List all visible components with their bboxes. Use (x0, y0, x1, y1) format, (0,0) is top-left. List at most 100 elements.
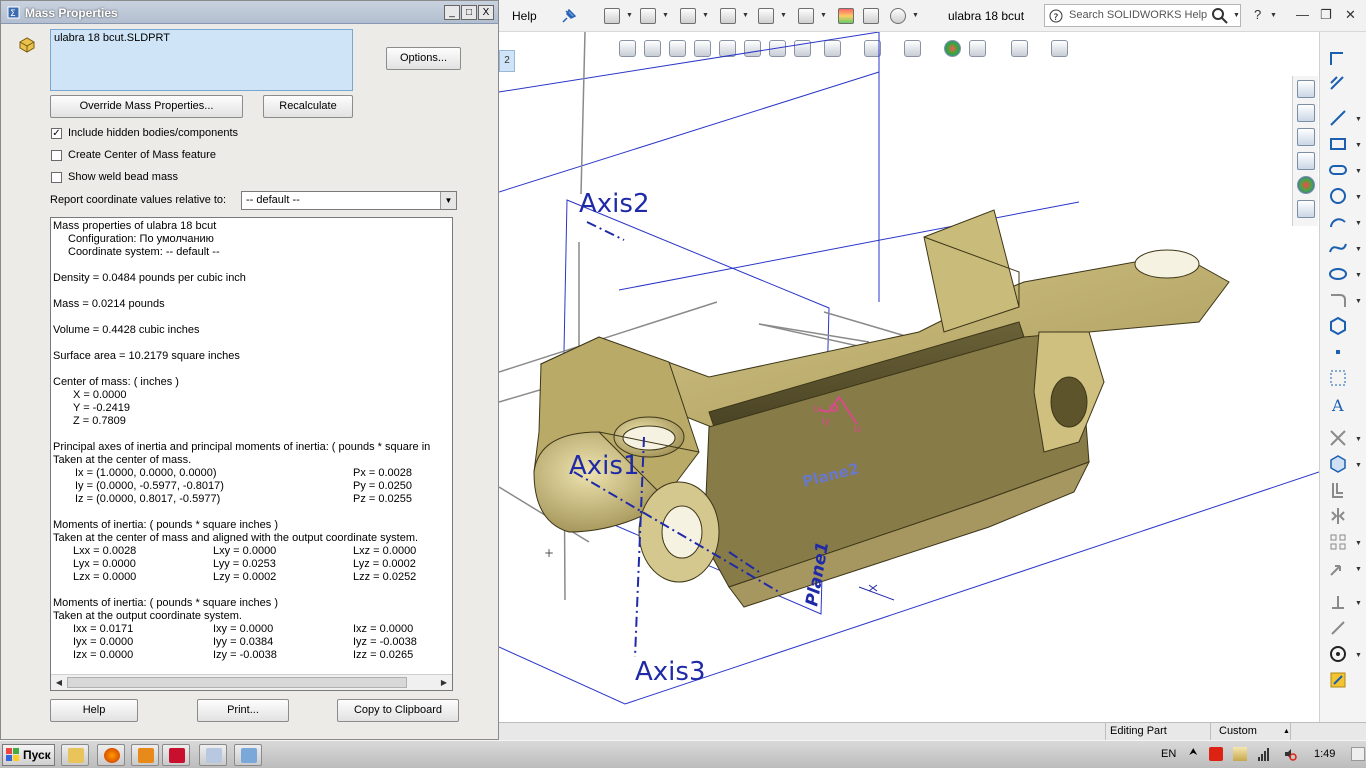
taskbar-calculator[interactable] (199, 744, 227, 766)
adobe-tray-icon[interactable] (1209, 747, 1223, 761)
help-button[interactable]: Help (50, 699, 138, 722)
minimize-button[interactable]: _ (444, 5, 460, 20)
show-desktop-icon[interactable] (1351, 747, 1365, 761)
show-hidden-icons-icon[interactable]: ⮝ (1189, 747, 1203, 761)
sketch-icon[interactable] (1328, 48, 1348, 68)
window-minimize-icon[interactable]: — (1296, 7, 1309, 22)
mirror-entities-icon[interactable] (1328, 506, 1348, 526)
results-com-header: Center of mass: ( inches ) (53, 376, 179, 388)
help-menu[interactable]: Help (512, 9, 537, 23)
options-button[interactable]: Options... (386, 47, 461, 70)
spline-icon[interactable] (1328, 238, 1348, 258)
ellipse-icon[interactable] (1328, 264, 1348, 284)
part-model[interactable]: Ix Iy Iz Axis2 Axis1 Axis3 Plane2 Plane1… (499, 32, 1319, 722)
selected-items-list[interactable]: ulabra 18 bcut.SLDPRT (50, 29, 353, 91)
home-icon[interactable] (1297, 80, 1315, 98)
clock[interactable]: 1:49 (1314, 748, 1335, 760)
appearances-icon[interactable] (1297, 176, 1315, 194)
taskbar-app-orange[interactable] (131, 744, 159, 766)
solidworks-toolbar: Help ▼ ▼ ▼ ▼ ▼ ▼ ▼ ulabra 18 bcut Search… (499, 0, 1366, 32)
results-text-box[interactable]: Mass properties of ulabra 18 bcut Config… (50, 217, 453, 691)
scroll-right-icon[interactable]: ▶ (437, 676, 451, 689)
chevron-up-icon[interactable]: ▲ (1283, 723, 1290, 740)
selected-file-name: ulabra 18 bcut.SLDPRT (54, 32, 170, 44)
part-front-hole (661, 505, 703, 559)
chevron-down-icon[interactable]: ▼ (440, 192, 456, 209)
include-hidden-bodies-checkbox[interactable]: ✓ (51, 128, 62, 139)
line-icon[interactable] (1328, 108, 1348, 128)
design-library-icon[interactable] (1297, 104, 1315, 122)
copy-to-clipboard-button[interactable]: Copy to Clipboard (337, 699, 459, 722)
show-weld-bead-mass-checkbox[interactable] (51, 172, 62, 183)
taskbar-solidworks[interactable] (162, 744, 190, 766)
rectangle-icon[interactable] (1328, 134, 1348, 154)
horizontal-scrollbar[interactable]: ◀ ▶ (51, 674, 452, 690)
search-icon[interactable] (1211, 7, 1229, 25)
print-button[interactable]: Print... (197, 699, 289, 722)
axis2-label: Axis2 (579, 189, 649, 219)
polygon-icon[interactable] (1328, 316, 1348, 336)
print-icon[interactable] (720, 8, 736, 24)
repair-sketch-icon[interactable] (1328, 618, 1348, 638)
text-icon[interactable]: A (1328, 394, 1348, 414)
override-mass-properties-button[interactable]: Override Mass Properties... (50, 95, 243, 118)
move-entities-icon[interactable] (1328, 558, 1348, 578)
status-bar: Editing Part Custom ▲ (499, 722, 1366, 740)
instant-2d-icon[interactable] (1328, 670, 1348, 690)
units-select[interactable]: Custom ▲ (1210, 723, 1290, 740)
dialog-titlebar[interactable]: Σ Mass Properties _ □ X (1, 1, 498, 24)
volume-muted-icon[interactable] (1283, 747, 1297, 761)
scroll-thumb[interactable] (67, 677, 407, 688)
coordinate-system-select[interactable]: -- default -- ▼ (241, 191, 457, 210)
undo-icon[interactable] (758, 8, 774, 24)
slot-icon[interactable] (1328, 160, 1348, 180)
maximize-button[interactable]: □ (461, 5, 477, 20)
results-ix: Ix = (1.0000, 0.0000, 0.0000) (75, 467, 217, 479)
display-relations-icon[interactable] (1328, 592, 1348, 612)
linear-pattern-icon[interactable] (1328, 532, 1348, 552)
status-units: Custom (1219, 725, 1257, 737)
tray-app-icon[interactable] (1233, 747, 1247, 761)
window-restore-icon[interactable]: ❐ (1320, 7, 1332, 23)
offset-entities-icon[interactable] (1328, 480, 1348, 500)
window-close-icon[interactable]: ✕ (1345, 7, 1356, 23)
select-icon[interactable] (798, 8, 814, 24)
trim-entities-icon[interactable] (1328, 428, 1348, 448)
view-palette-icon[interactable] (1297, 152, 1315, 170)
part-end-hole (1134, 249, 1200, 279)
point-icon[interactable] (1328, 342, 1348, 362)
taskbar-explorer[interactable] (61, 744, 89, 766)
graphics-area[interactable]: Ix Iy Iz Axis2 Axis1 Axis3 Plane2 Plane1… (499, 32, 1319, 722)
file-properties-icon[interactable] (863, 8, 879, 24)
save-icon[interactable] (680, 8, 696, 24)
create-center-of-mass-checkbox[interactable] (51, 150, 62, 161)
smart-dimension-icon[interactable] (1328, 74, 1348, 94)
quick-snaps-icon[interactable] (1328, 644, 1348, 664)
rebuild-icon[interactable] (838, 8, 854, 24)
gear-icon[interactable] (890, 8, 906, 24)
custom-properties-icon[interactable] (1297, 200, 1315, 218)
close-button[interactable]: X (478, 5, 494, 20)
network-icon[interactable] (1257, 747, 1271, 761)
new-document-icon[interactable] (604, 8, 620, 24)
arc-icon[interactable] (1328, 212, 1348, 232)
start-button[interactable]: Пуск (2, 744, 55, 766)
taskbar-app-blue[interactable] (234, 744, 262, 766)
results-iyy: Iyy = 0.0384 (213, 636, 274, 648)
convert-entities-icon[interactable] (1328, 454, 1348, 474)
pin-icon[interactable] (562, 9, 576, 23)
recalculate-button[interactable]: Recalculate (263, 95, 353, 118)
help-dropdown-icon[interactable]: ? (1254, 7, 1261, 22)
language-indicator[interactable]: EN (1161, 748, 1176, 760)
taskbar-firefox[interactable] (97, 744, 125, 766)
file-explorer-icon[interactable] (1297, 128, 1315, 146)
start-label: Пуск (23, 748, 51, 762)
results-iyx: Iyx = 0.0000 (73, 636, 134, 648)
construction-geometry-icon[interactable] (1328, 368, 1348, 388)
circle-icon[interactable] (1328, 186, 1348, 206)
scroll-left-icon[interactable]: ◀ (52, 676, 66, 689)
fillet-icon[interactable] (1328, 290, 1348, 310)
windows-taskbar: Пуск EN ⮝ 1:49 (0, 740, 1366, 768)
results-lyx: Lyx = 0.0000 (73, 558, 136, 570)
open-icon[interactable] (640, 8, 656, 24)
